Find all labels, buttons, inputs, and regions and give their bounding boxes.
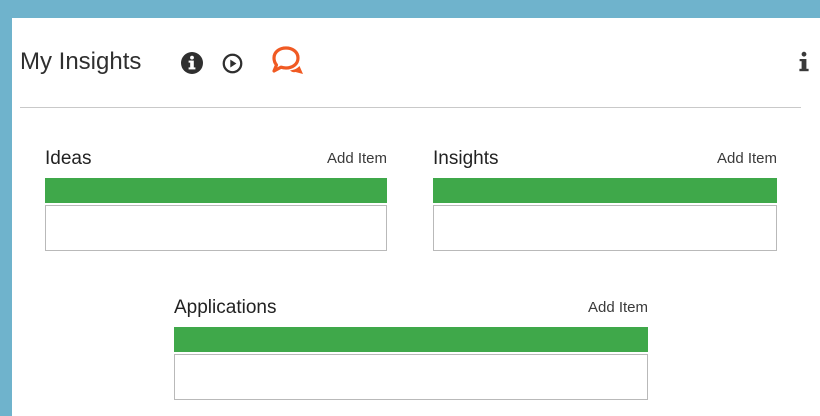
page-title: My Insights xyxy=(20,48,142,75)
section-title: Insights xyxy=(433,148,499,169)
insights-panel: My Insights Ideas Add Item Insights Add … xyxy=(12,18,820,416)
add-item-button[interactable]: Add Item xyxy=(327,149,387,169)
add-item-button[interactable]: Add Item xyxy=(717,149,777,169)
info-circle-icon[interactable] xyxy=(180,51,204,75)
add-item-button[interactable]: Add Item xyxy=(588,298,648,318)
header-divider xyxy=(20,107,801,108)
section-header-bar xyxy=(433,178,777,203)
chat-bubbles-icon[interactable] xyxy=(270,46,306,78)
section-title: Ideas xyxy=(45,148,92,169)
section-applications: Applications Add Item xyxy=(174,297,648,412)
item-list-box[interactable] xyxy=(45,205,387,251)
item-list-box[interactable] xyxy=(174,354,648,400)
section-title: Applications xyxy=(174,297,277,318)
play-circle-icon[interactable] xyxy=(222,53,243,74)
section-insights: Insights Add Item xyxy=(433,148,777,260)
panel-header: My Insights xyxy=(12,18,820,104)
info-icon[interactable] xyxy=(798,51,810,73)
section-header-bar xyxy=(174,327,648,352)
item-list-box[interactable] xyxy=(433,205,777,251)
section-header-bar xyxy=(45,178,387,203)
section-ideas: Ideas Add Item xyxy=(45,148,387,260)
